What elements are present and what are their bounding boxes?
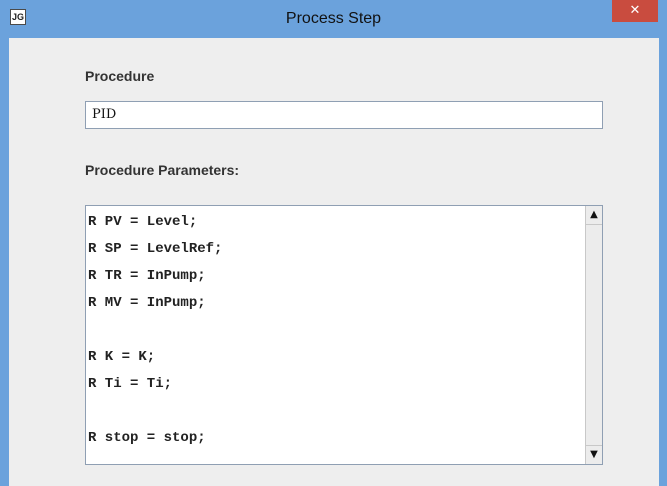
vertical-scrollbar[interactable]: ▲ ▼ xyxy=(585,206,602,464)
parameter-line: R PV = Level; xyxy=(88,214,198,230)
parameter-line xyxy=(88,317,585,344)
procedure-parameters-textarea[interactable]: R PV = Level; R SP = LevelRef; R TR = InPu… xyxy=(85,205,603,465)
dialog-content: Procedure PID Procedure Parameters: R PV… xyxy=(9,38,659,486)
parameter-line: R MV = InPump; xyxy=(88,295,206,311)
parameter-line: R stop = stop; xyxy=(88,430,206,446)
scroll-up-icon[interactable]: ▲ xyxy=(586,206,602,225)
procedure-parameters-label: Procedure Parameters: xyxy=(85,162,240,178)
close-icon: ✕ xyxy=(629,3,641,18)
close-button[interactable]: ✕ xyxy=(612,0,658,22)
parameters-text[interactable]: R PV = Level; R SP = LevelRef; R TR = InPu… xyxy=(86,206,585,464)
parameter-line: R TR = InPump; xyxy=(88,268,206,284)
scroll-down-icon[interactable]: ▼ xyxy=(586,445,602,464)
window-title: Process Step xyxy=(285,10,382,27)
parameter-line: R K = K; xyxy=(88,349,156,365)
parameter-line xyxy=(88,398,585,425)
parameter-line: R SP = LevelRef; xyxy=(88,241,223,257)
procedure-input[interactable]: PID xyxy=(85,101,603,129)
title-bar[interactable]: JG Process Step ✕ xyxy=(0,0,667,38)
parameter-line: R Ti = Ti; xyxy=(88,376,173,392)
process-step-window: JG Process Step ✕ Procedure PID Procedur… xyxy=(0,0,667,486)
procedure-label: Procedure xyxy=(85,68,155,84)
